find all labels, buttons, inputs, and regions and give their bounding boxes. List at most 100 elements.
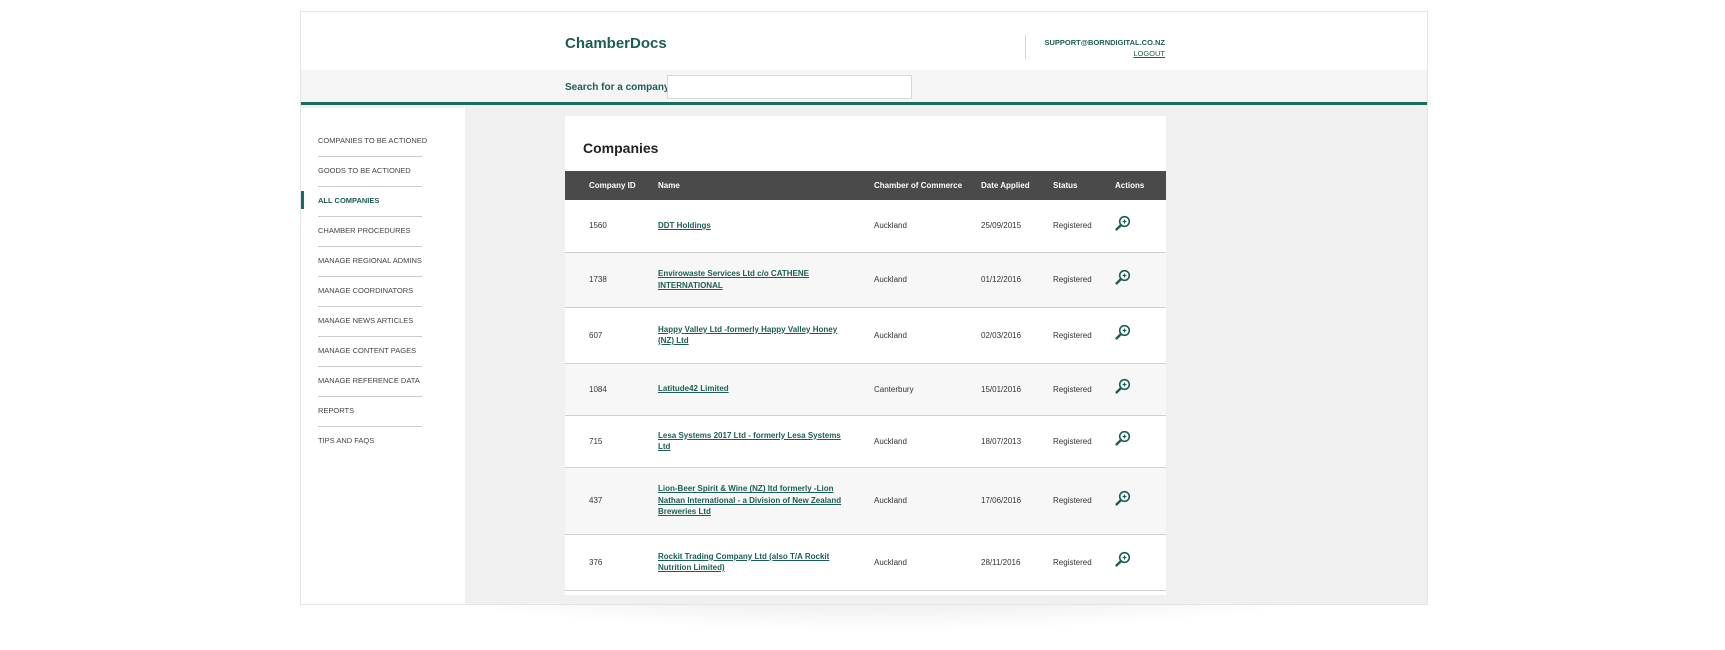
cell-name: Rockit Trading Company Ltd (also T/A Roc…	[658, 534, 874, 590]
company-name-link[interactable]: DDT Holdings	[658, 220, 850, 232]
app-window: ChamberDocs SUPPORT@BORNDIGITAL.CO.NZ LO…	[300, 11, 1428, 605]
cell-status: Registered	[1053, 330, 1092, 340]
search-zoom-icon	[1115, 490, 1131, 506]
view-company-button[interactable]	[1115, 215, 1131, 231]
search-zoom-icon	[1115, 430, 1131, 446]
column-header-actions: Actions	[1115, 181, 1145, 190]
search-zoom-icon	[1115, 378, 1131, 394]
cell-actions	[1115, 252, 1166, 307]
cell-date-applied: 01/12/2016	[981, 275, 1022, 284]
cell-actions	[1115, 307, 1166, 363]
cell-date-applied: 02/03/2016	[981, 330, 1022, 340]
sidebar-item-manage-reference-data[interactable]: MANAGE REFERENCE DATA	[318, 364, 422, 397]
sidebar-item-goods-to-be-actioned[interactable]: GOODS TO BE ACTIONED	[318, 154, 422, 187]
view-company-button[interactable]	[1115, 324, 1131, 340]
cell-name: Latitude42 Limited	[658, 363, 874, 415]
cell-chamber: Canterbury	[874, 384, 914, 394]
cell-chamber: Auckland	[874, 275, 907, 284]
sidebar-item-manage-regional-admins[interactable]: MANAGE REGIONAL ADMINS	[318, 244, 422, 277]
cell-status: Registered	[1053, 496, 1092, 505]
app-header: ChamberDocs SUPPORT@BORNDIGITAL.CO.NZ LO…	[301, 12, 1427, 70]
view-company-button[interactable]	[1115, 551, 1131, 567]
sidebar-item-manage-coordinators[interactable]: MANAGE COORDINATORS	[318, 274, 422, 307]
cell-date-applied: 28/11/2016	[981, 557, 1021, 567]
cell-date-applied: 17/06/2016	[981, 496, 1022, 505]
search-zoom-icon	[1115, 551, 1131, 567]
companies-panel: Companies Company ID Name Chamber of Com…	[565, 116, 1166, 595]
cell-date-applied: 25/09/2015	[981, 221, 1022, 231]
cell-actions	[1115, 415, 1166, 467]
sidebar-item-manage-content-pages[interactable]: MANAGE CONTENT PAGES	[318, 334, 422, 367]
view-company-button[interactable]	[1115, 430, 1131, 446]
account-email: SUPPORT@BORNDIGITAL.CO.NZ	[1044, 38, 1165, 47]
view-company-button[interactable]	[1115, 269, 1131, 285]
column-header-status[interactable]: Status	[1053, 171, 1115, 200]
cell-actions	[1115, 467, 1166, 534]
cell-actions	[1115, 534, 1166, 590]
cell-chamber: Auckland	[874, 557, 907, 567]
sidebar-item-tips-and-faqs[interactable]: TIPS AND FAQS	[318, 424, 422, 457]
sidebar-item-manage-news-articles[interactable]: MANAGE NEWS ARTICLES	[318, 304, 422, 337]
cell-chamber: Auckland	[874, 496, 907, 505]
cell-chamber: Auckland	[874, 436, 907, 446]
cell-status: Registered	[1053, 384, 1092, 394]
cell-name: DDT Holdings	[658, 200, 874, 252]
view-company-button[interactable]	[1115, 490, 1131, 506]
logout-link[interactable]: LOGOUT	[1044, 48, 1165, 59]
cell-status: Registered	[1053, 436, 1092, 446]
table-row: 1738 Envirowaste Services Ltd c/o CATHEN…	[565, 252, 1166, 307]
companies-table: Company ID Name Chamber of Commerce Date…	[565, 171, 1166, 591]
cell-company-id: 607	[589, 330, 603, 340]
cell-date-applied: 18/07/2013	[981, 436, 1022, 446]
cell-company-id: 376	[589, 557, 603, 567]
account-menu: SUPPORT@BORNDIGITAL.CO.NZ LOGOUT	[1044, 37, 1165, 59]
active-nav-indicator	[301, 191, 304, 209]
cell-status: Registered	[1053, 221, 1092, 231]
company-name-link[interactable]: Rockit Trading Company Ltd (also T/A Roc…	[658, 551, 850, 574]
cell-name: Happy Valley Ltd -formerly Happy Valley …	[658, 307, 874, 363]
cell-chamber: Auckland	[874, 330, 907, 340]
column-header-name[interactable]: Name	[658, 171, 874, 200]
cell-actions	[1115, 363, 1166, 415]
table-row: 607 Happy Valley Ltd -formerly Happy Val…	[565, 307, 1166, 363]
sidebar-item-all-companies[interactable]: ALL COMPANIES	[318, 184, 422, 217]
company-name-link[interactable]: Envirowaste Services Ltd c/o CATHENE INT…	[658, 268, 850, 291]
cell-company-id: 1560	[589, 221, 607, 231]
search-zoom-icon	[1115, 324, 1131, 340]
table-row: 437 Lion-Beer Spirit & Wine (NZ) ltd for…	[565, 467, 1166, 534]
column-header-chamber[interactable]: Chamber of Commerce	[874, 171, 981, 200]
cell-name: Envirowaste Services Ltd c/o CATHENE INT…	[658, 252, 874, 307]
cell-status: Registered	[1053, 275, 1092, 284]
search-label: Search for a company	[565, 82, 670, 93]
table-row: 376 Rockit Trading Company Ltd (also T/A…	[565, 534, 1166, 590]
page-title: Companies	[583, 140, 659, 156]
company-name-link[interactable]: Lion-Beer Spirit & Wine (NZ) ltd formerl…	[658, 483, 850, 518]
column-header-company-id[interactable]: Company ID	[565, 171, 658, 200]
brand-logo[interactable]: ChamberDocs	[565, 35, 667, 52]
cell-company-id: 437	[589, 496, 603, 505]
cell-company-id: 715	[589, 436, 603, 446]
cell-date-applied: 15/01/2016	[981, 384, 1022, 394]
table-header-row: Company ID Name Chamber of Commerce Date…	[565, 171, 1166, 200]
view-company-button[interactable]	[1115, 378, 1131, 394]
company-name-link[interactable]: Latitude42 Limited	[658, 383, 850, 395]
cell-status: Registered	[1053, 557, 1092, 567]
company-name-link[interactable]: Happy Valley Ltd -formerly Happy Valley …	[658, 324, 850, 347]
column-header-date-applied[interactable]: Date Applied	[981, 171, 1053, 200]
sidebar-item-chamber-procedures[interactable]: CHAMBER PROCEDURES	[318, 214, 422, 247]
company-search-input[interactable]	[667, 75, 912, 99]
company-name-link[interactable]: Lesa Systems 2017 Ltd - formerly Lesa Sy…	[658, 430, 850, 453]
cell-chamber: Auckland	[874, 221, 907, 231]
sidebar-item-companies-to-be-actioned[interactable]: COMPANIES TO BE ACTIONED	[318, 124, 427, 157]
sidebar-nav: COMPANIES TO BE ACTIONED GOODS TO BE ACT…	[301, 108, 465, 604]
cell-name: Lion-Beer Spirit & Wine (NZ) ltd formerl…	[658, 467, 874, 534]
sidebar-item-reports[interactable]: REPORTS	[318, 394, 422, 427]
table-row: 715 Lesa Systems 2017 Ltd - formerly Les…	[565, 415, 1166, 467]
search-bar: Search for a company	[301, 70, 1427, 105]
search-zoom-icon	[1115, 215, 1131, 231]
cell-company-id: 1084	[589, 384, 607, 394]
search-zoom-icon	[1115, 269, 1131, 285]
table-row: 1560 DDT Holdings Auckland 25/09/2015 Re…	[565, 200, 1166, 252]
table-row: 1084 Latitude42 Limited Canterbury 15/01…	[565, 363, 1166, 415]
cell-name: Lesa Systems 2017 Ltd - formerly Lesa Sy…	[658, 415, 874, 467]
